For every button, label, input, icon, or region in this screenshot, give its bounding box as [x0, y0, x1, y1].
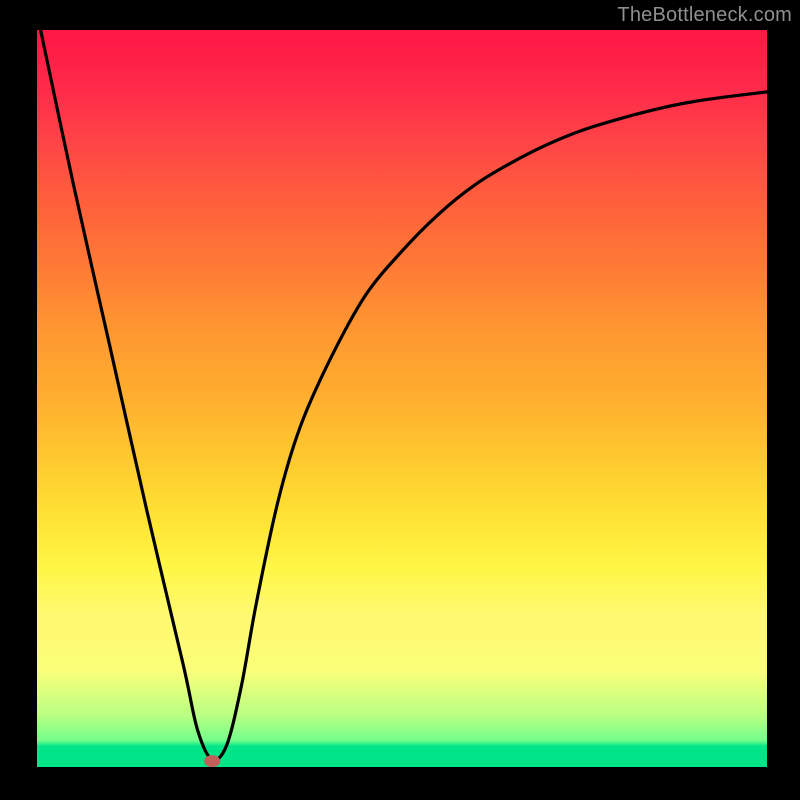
chart-stage: TheBottleneck.com — [0, 0, 800, 800]
bottleneck-curve — [41, 30, 767, 760]
watermark-text: TheBottleneck.com — [617, 4, 792, 27]
minimum-marker — [204, 755, 220, 767]
plot-area — [37, 30, 767, 767]
curve-svg — [37, 30, 767, 767]
